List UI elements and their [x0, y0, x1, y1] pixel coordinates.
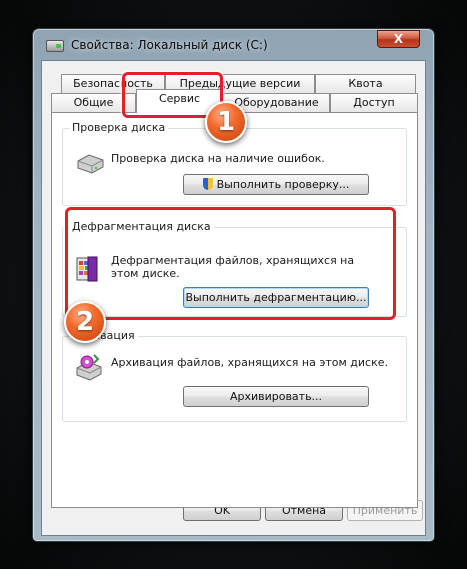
step-badge-1: 1 — [205, 101, 247, 143]
check-disk-description: Проверка диска на наличие ошибок. — [111, 152, 325, 165]
run-check-button[interactable]: Выполнить проверку... — [183, 174, 369, 195]
check-disk-title: Проверка диска — [69, 121, 169, 134]
close-button[interactable]: X — [377, 30, 420, 48]
hard-disk-icon — [77, 154, 104, 174]
title-bar[interactable]: Свойства: Локальный диск (C:) X — [33, 29, 434, 59]
tab-sharing[interactable]: Доступ — [330, 93, 418, 112]
run-check-label: Выполнить проверку... — [216, 178, 350, 191]
tab-quota[interactable]: Квота — [315, 74, 416, 93]
step-badge-2: 2 — [64, 301, 106, 343]
backup-button[interactable]: Архивировать... — [183, 386, 369, 407]
backup-description: Архивация файлов, хранящихся на этом дис… — [111, 356, 389, 369]
uac-shield-icon — [202, 178, 213, 190]
backup-group: Архивация Архивация файлов, хранящихся н… — [62, 329, 407, 422]
highlight-defrag-group — [65, 207, 396, 320]
backup-icon — [76, 354, 102, 381]
window-title: Свойства: Локальный диск (C:) — [71, 38, 268, 52]
drive-icon — [46, 40, 64, 52]
